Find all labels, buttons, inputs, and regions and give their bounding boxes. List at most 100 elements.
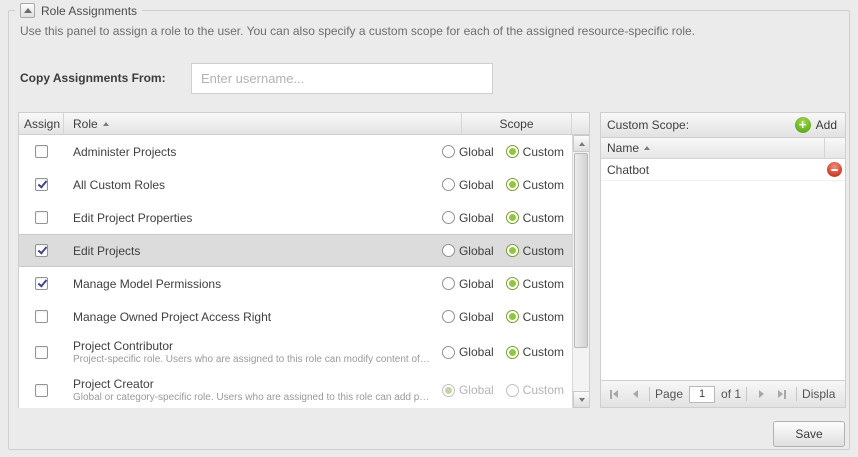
page-number-input[interactable] [689,386,715,403]
custom-scope-header: Custom Scope: Add [601,113,845,138]
grid-row[interactable]: Edit Project Properties Global Custom [19,201,589,234]
grid-row[interactable]: Project Contributor Project-specific rol… [19,333,589,371]
column-separator [824,138,825,158]
scope-global-radio[interactable]: Global [442,383,494,397]
scope-global-radio[interactable]: Global [442,244,494,258]
first-page-button[interactable] [605,385,623,403]
collapse-up-icon [24,8,32,13]
radio-icon [506,244,519,257]
scope-custom-radio[interactable]: Custom [506,310,564,324]
minus-circle-icon[interactable] [827,162,842,177]
grid-row[interactable]: Edit Projects Global Custom [19,234,589,267]
page-label: Page [655,387,683,401]
roles-grid: Assign Role Scope Administer Projects Gl [18,112,590,408]
scope-column-label: Scope [499,117,533,131]
radio-icon [506,145,519,158]
scope-cell: Global Custom [432,178,572,192]
role-cell: Project Contributor Project-specific rol… [64,339,432,365]
role-description: Project-specific role. Users who are ass… [73,354,432,365]
role-name: Manage Owned Project Access Right [73,310,432,324]
custom-radio-label: Custom [523,211,564,225]
first-page-icon [613,390,618,398]
scroll-down-button[interactable] [573,391,589,408]
radio-icon [442,178,455,191]
assign-cell [19,244,64,257]
scope-cell: Global Custom [432,383,572,397]
collapse-panel-button[interactable] [20,3,35,18]
scope-custom-radio[interactable]: Custom [506,345,564,359]
scope-cell: Global Custom [432,345,572,359]
scope-custom-radio[interactable]: Custom [506,383,564,397]
panel-title: Role Assignments [41,4,137,18]
scope-global-radio[interactable]: Global [442,211,494,225]
custom-radio-label: Custom [523,277,564,291]
scroll-thumb[interactable] [574,153,588,348]
copy-assignments-input[interactable] [191,63,493,94]
scope-global-radio[interactable]: Global [442,345,494,359]
sort-asc-icon [103,122,109,126]
assign-cell [19,145,64,158]
scroll-up-button[interactable] [573,135,589,152]
assign-checkbox[interactable] [35,346,48,359]
grid-row[interactable]: Manage Model Permissions Global Custom [19,267,589,300]
last-page-button[interactable] [773,385,791,403]
custom-radio-label: Custom [523,345,564,359]
scope-global-radio[interactable]: Global [442,310,494,324]
custom-scope-row[interactable]: Chatbot [601,159,845,181]
grid-row[interactable]: Project Creator Global or category-speci… [19,371,589,408]
role-cell: Administer Projects [64,145,432,159]
toolbar-separator [649,387,650,401]
save-button[interactable]: Save [773,421,845,447]
role-cell: Edit Project Properties [64,211,432,225]
assign-checkbox[interactable] [35,310,48,323]
grid-row[interactable]: Administer Projects Global Custom [19,135,589,168]
radio-icon [506,277,519,290]
header-spacer [572,113,589,134]
name-column-header[interactable]: Name [601,138,845,159]
assign-cell [19,277,64,290]
scope-global-radio[interactable]: Global [442,277,494,291]
scope-global-radio[interactable]: Global [442,178,494,192]
radio-icon [506,384,519,397]
role-column-header[interactable]: Role [64,113,462,134]
grid-row[interactable]: All Custom Roles Global Custom [19,168,589,201]
assign-checkbox[interactable] [35,145,48,158]
grid-body: Administer Projects Global Custom All Cu… [19,135,589,408]
assign-checkbox[interactable] [35,244,48,257]
radio-icon [506,346,519,359]
scope-custom-radio[interactable]: Custom [506,277,564,291]
grid-header: Assign Role Scope [19,113,589,135]
role-name: All Custom Roles [73,178,432,192]
assign-checkbox[interactable] [35,211,48,224]
grid-row[interactable]: Manage Owned Project Access Right Global… [19,300,589,333]
arrow-up-icon [579,142,585,146]
scope-column-header[interactable]: Scope [462,113,572,134]
toolbar-separator [796,387,797,401]
assign-column-header[interactable]: Assign [19,113,64,134]
scope-custom-radio[interactable]: Custom [506,178,564,192]
first-page-icon [610,390,612,399]
assign-cell [19,346,64,359]
grid-scrollbar[interactable] [572,135,589,408]
display-info-label: Displa [802,387,835,401]
assign-checkbox[interactable] [35,277,48,290]
custom-scope-list: Chatbot [601,159,845,380]
assign-checkbox[interactable] [35,178,48,191]
paging-toolbar: Page of 1 Displa [601,380,845,407]
role-name: Project Contributor [73,339,432,353]
global-radio-label: Global [459,277,494,291]
scope-custom-radio[interactable]: Custom [506,211,564,225]
scope-custom-radio[interactable]: Custom [506,145,564,159]
add-scope-button[interactable]: Add [795,117,839,133]
next-page-button[interactable] [752,385,770,403]
role-cell: Edit Projects [64,244,432,258]
panel-legend: Role Assignments [15,2,142,19]
scope-global-radio[interactable]: Global [442,145,494,159]
assign-checkbox[interactable] [35,384,48,397]
role-name: Project Creator [73,377,432,391]
radio-icon [442,145,455,158]
scope-custom-radio[interactable]: Custom [506,244,564,258]
role-column-label: Role [73,117,98,131]
prev-page-button[interactable] [626,385,644,403]
role-name: Edit Projects [73,244,432,258]
